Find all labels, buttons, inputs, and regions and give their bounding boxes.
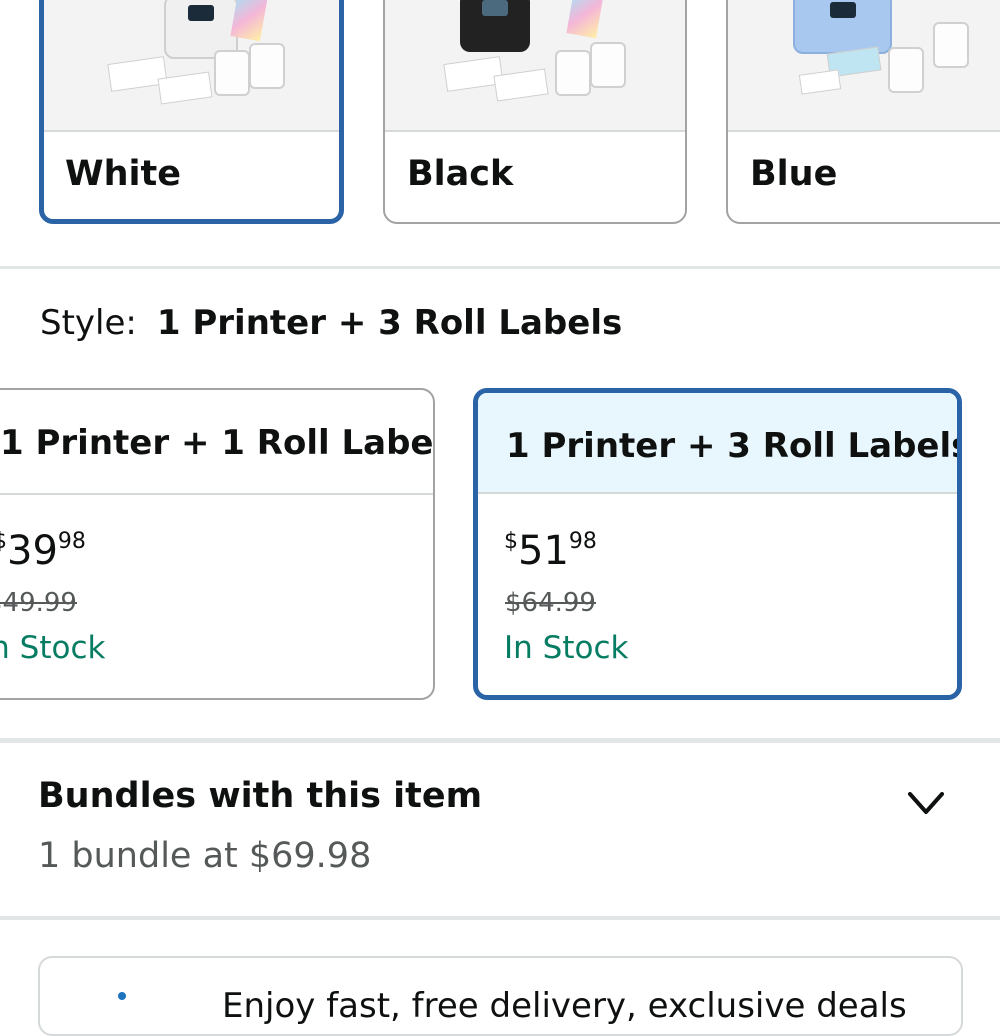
bundles-subtitle: 1 bundle at $69.98 (38, 836, 372, 876)
style-option-price: $3998 (0, 528, 86, 574)
price-cents: 98 (57, 529, 86, 554)
style-selected-value: 1 Printer + 3 Roll Labels (156, 303, 623, 343)
color-option-label: Black (407, 154, 514, 194)
section-divider (0, 738, 1000, 743)
color-option-white[interactable]: White (39, 0, 344, 224)
product-image-black (385, 0, 685, 132)
chevron-down-icon[interactable] (906, 788, 946, 818)
style-option-availability: In Stock (504, 630, 629, 666)
style-option-header: 1 Printer + 3 Roll Labels (478, 393, 957, 494)
color-option-blue[interactable]: Blue (726, 0, 1000, 224)
color-option-label: White (65, 154, 181, 194)
style-option-title: 1 Printer + 1 Roll Label (0, 423, 435, 463)
color-option-black[interactable]: Black (383, 0, 687, 224)
currency-symbol: $ (504, 529, 518, 554)
color-option-label: Blue (750, 154, 838, 194)
info-icon (118, 992, 126, 1000)
style-option-price: $5198 (504, 528, 597, 574)
style-option-availability: In Stock (0, 630, 106, 666)
section-divider (0, 916, 1000, 920)
product-image-blue (728, 0, 1000, 132)
section-divider (0, 266, 1000, 269)
style-selector-heading: Style: 1 Printer + 3 Roll Labels (40, 303, 622, 343)
currency-symbol: $ (0, 529, 7, 554)
price-dollars: 51 (518, 528, 569, 574)
promo-text: Enjoy fast, free delivery, exclusive dea… (222, 986, 907, 1026)
style-option-list-price: $49.99 (0, 588, 77, 618)
style-option-title: 1 Printer + 3 Roll Labels (506, 426, 962, 466)
bundles-title: Bundles with this item (38, 776, 483, 816)
price-dollars: 39 (7, 528, 58, 574)
style-option-list-price: $64.99 (505, 588, 596, 618)
style-option-header: 1 Printer + 1 Roll Label (0, 390, 433, 495)
price-cents: 98 (568, 529, 597, 554)
product-image-white (44, 0, 339, 132)
style-label: Style: (40, 303, 137, 343)
